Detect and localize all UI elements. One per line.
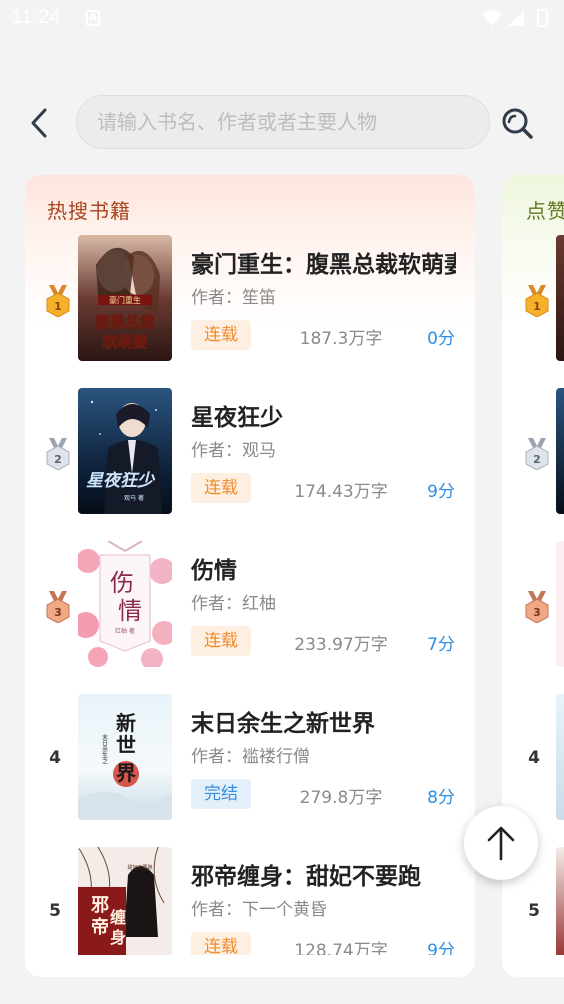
chevron-left-icon [31, 108, 47, 138]
book-cover[interactable]: 伤 情 红柚 著 [78, 541, 172, 667]
rank-number: 5 [49, 901, 61, 921]
svg-text:伤: 伤 [110, 569, 134, 597]
book-item[interactable]: 1 豪门重生 腹黑总裁 软萌妻 豪门重生：腹黑总裁软萌妻 作者：笙笛 连载 18… [25, 235, 475, 365]
book-author: 作者：红柚 [191, 594, 276, 614]
svg-text:观马 著: 观马 著 [124, 494, 144, 502]
book-score: 7分 [427, 635, 455, 655]
silver-medal-icon: 2 [525, 438, 549, 470]
svg-text:1: 1 [533, 300, 541, 313]
book-item[interactable]: 4 新 世 界 末日余生之 末日余生之新世界 作者：褴褛行僧 完结 279.8万… [25, 694, 475, 824]
book-score: 9分 [427, 482, 455, 502]
word-count: 174.43万字 [294, 482, 388, 502]
book-item[interactable]: 2 星夜狂少 观马 著 星夜狂少 作者：观马 连载 174.43万字 9分 [25, 388, 475, 518]
status-badge: 连载 [191, 626, 251, 656]
book-cover[interactable] [556, 388, 564, 514]
svg-text:帝: 帝 [91, 916, 109, 938]
book-cover[interactable] [556, 847, 564, 955]
book-cover[interactable] [556, 541, 564, 667]
svg-text:邪: 邪 [90, 895, 109, 916]
rank-number: 4 [528, 748, 540, 768]
silver-medal-icon: 2 [46, 438, 70, 470]
book-title[interactable]: 伤情 [191, 551, 456, 585]
gold-medal-icon: 1 [525, 285, 549, 317]
notification-icon: A [86, 10, 100, 26]
rank-number: 4 [49, 748, 61, 768]
svg-text:末日余生之: 末日余生之 [101, 733, 108, 765]
book-cover[interactable] [556, 694, 564, 820]
svg-text:腹黑总裁: 腹黑总裁 [95, 313, 155, 331]
rank-number: 5 [528, 901, 540, 921]
book-score: 8分 [427, 788, 455, 808]
word-count: 187.3万字 [299, 329, 383, 349]
book-score: 9分 [427, 941, 455, 955]
svg-text:红柚 著: 红柚 著 [115, 627, 135, 635]
gold-medal-icon: 1 [46, 285, 70, 317]
book-title[interactable]: 星夜狂少 [191, 398, 456, 432]
book-author: 作者：笙笛 [191, 288, 276, 308]
rank-label: 2 [54, 453, 62, 466]
book-title[interactable]: 末日余生之新世界 [191, 704, 456, 738]
svg-text:新: 新 [116, 711, 136, 735]
book-author: 作者：观马 [191, 441, 276, 461]
book-author: 作者：下一个黄昏 [191, 900, 327, 920]
book-author: 作者：褴褛行僧 [191, 747, 310, 767]
status-icons [482, 9, 548, 27]
search-icon [502, 108, 533, 139]
status-badge: 连载 [191, 320, 251, 350]
svg-text:软萌妻: 软萌妻 [102, 333, 147, 351]
rank-label: 1 [54, 300, 62, 313]
svg-text:缠: 缠 [110, 908, 126, 927]
svg-text:2: 2 [533, 453, 541, 466]
word-count: 233.97万字 [294, 635, 388, 655]
svg-text:星夜狂少: 星夜狂少 [86, 471, 156, 491]
svg-text:身: 身 [110, 928, 126, 947]
bronze-medal-icon: 3 [525, 591, 549, 623]
hot-search-card: 热搜书籍 1 豪门重生 腹黑总裁 软萌妻 豪门重生：腹黑总裁软萌妻 作者：笙笛 … [25, 175, 475, 977]
signal-icon [508, 10, 524, 26]
word-count: 128.74万字 [294, 941, 388, 955]
book-item[interactable]: 5 邪 帝 缠 身 甜妃不要跑 邪帝缠身：甜妃不要跑 作者：下一个黄昏 连载 1… [25, 847, 475, 955]
back-button[interactable] [22, 104, 56, 142]
book-title[interactable]: 邪帝缠身：甜妃不要跑 [191, 857, 456, 891]
status-bar: 11:24 A [0, 0, 564, 36]
book-cover[interactable]: 豪门重生 腹黑总裁 软萌妻 [78, 235, 172, 361]
svg-text:豪门重生: 豪门重生 [109, 295, 141, 305]
status-time: 11:24 [12, 7, 61, 28]
svg-text:世: 世 [116, 733, 136, 757]
search-box[interactable] [76, 95, 490, 149]
wifi-icon [482, 10, 502, 26]
word-count: 279.8万字 [299, 788, 383, 808]
svg-text:界: 界 [116, 761, 136, 785]
book-cover[interactable]: 邪 帝 缠 身 甜妃不要跑 [78, 847, 172, 955]
book-item[interactable]: 3 伤 情 红柚 著 伤情 作者：红柚 连载 233.97万字 7分 [25, 541, 475, 671]
rank-label: 3 [54, 606, 62, 619]
search-input[interactable] [97, 96, 471, 148]
hot-book-list[interactable]: 1 豪门重生 腹黑总裁 软萌妻 豪门重生：腹黑总裁软萌妻 作者：笙笛 连载 18… [25, 235, 475, 955]
battery-icon [537, 9, 548, 27]
book-item[interactable]: 4 [502, 694, 564, 824]
arrow-up-icon [487, 826, 515, 861]
status-badge: 完结 [191, 779, 251, 809]
book-cover[interactable] [556, 235, 564, 361]
svg-text:情: 情 [118, 597, 142, 625]
scroll-to-top-button[interactable] [464, 806, 538, 880]
status-badge: 连载 [191, 473, 251, 503]
book-cover[interactable]: 新 世 界 末日余生之 [78, 694, 172, 820]
svg-text:甜妃不要跑: 甜妃不要跑 [127, 864, 152, 871]
status-badge: 连载 [191, 932, 251, 955]
search-button[interactable] [498, 104, 536, 142]
hot-search-title: 热搜书籍 [47, 199, 131, 223]
book-score: 0分 [427, 329, 455, 349]
bronze-medal-icon: 3 [46, 591, 70, 623]
book-item[interactable]: 1 [502, 235, 564, 365]
like-ranking-title: 点赞 [526, 199, 564, 223]
book-title[interactable]: 豪门重生：腹黑总裁软萌妻 [191, 245, 456, 279]
svg-text:3: 3 [533, 606, 541, 619]
book-item[interactable]: 2 [502, 388, 564, 518]
book-cover[interactable]: 星夜狂少 观马 著 [78, 388, 172, 514]
book-item[interactable]: 3 [502, 541, 564, 671]
